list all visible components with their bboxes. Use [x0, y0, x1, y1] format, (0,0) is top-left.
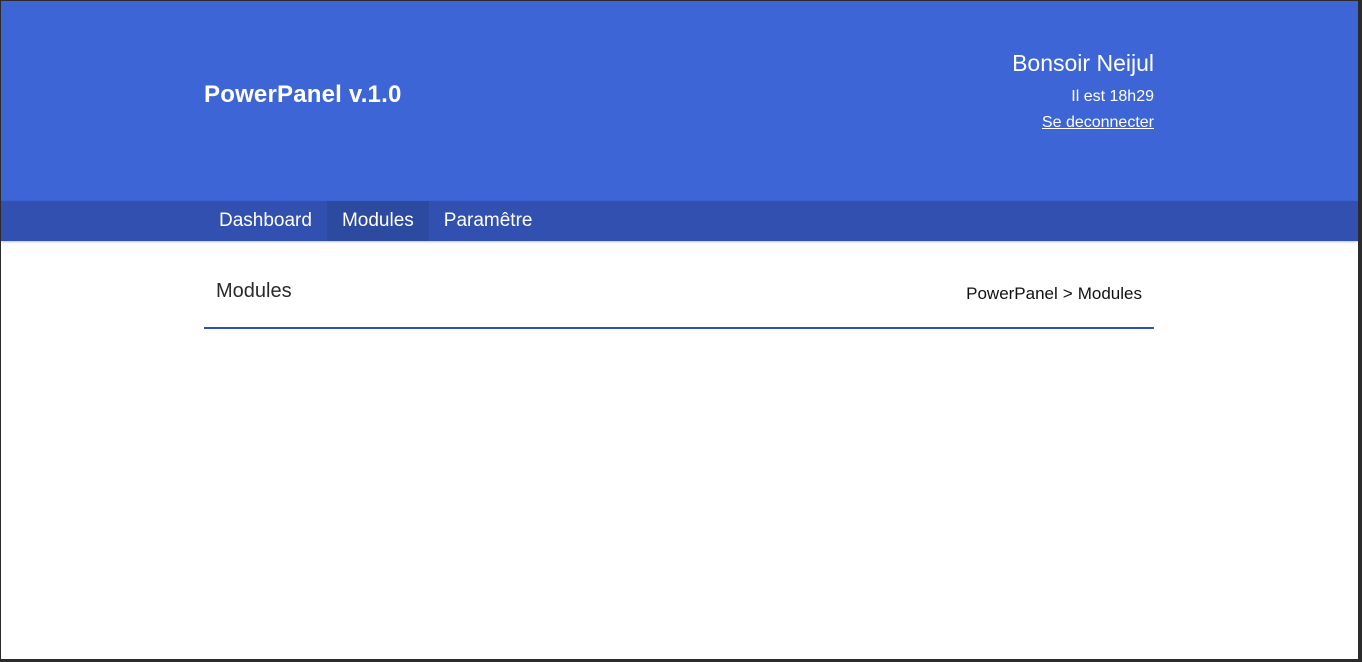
- breadcrumb: PowerPanel > Modules: [966, 284, 1142, 304]
- logout-link[interactable]: Se deconnecter: [1042, 112, 1154, 134]
- current-time-text: Il est 18h29: [1071, 88, 1154, 105]
- nav-item-dashboard[interactable]: Dashboard: [204, 201, 327, 241]
- main-nav: Dashboard Modules Paramêtre: [1, 201, 1358, 241]
- breadcrumb-separator: >: [1062, 284, 1073, 303]
- top-header: PowerPanel v.1.0 Bonsoir Neijul Il est 1…: [1, 1, 1358, 201]
- app-title: PowerPanel v.1.0: [204, 81, 402, 108]
- greeting-text: Bonsoir Neijul: [1012, 50, 1154, 76]
- user-info: Bonsoir Neijul Il est 18h29 Se deconnect…: [1012, 47, 1154, 134]
- breadcrumb-root[interactable]: PowerPanel: [966, 284, 1058, 304]
- page-title: Modules: [216, 280, 292, 302]
- nav-item-parametre[interactable]: Paramêtre: [429, 201, 548, 241]
- breadcrumb-current: Modules: [1077, 284, 1142, 303]
- browser-viewport: PowerPanel v.1.0 Bonsoir Neijul Il est 1…: [0, 0, 1362, 662]
- nav-list: Dashboard Modules Paramêtre: [204, 201, 547, 241]
- page-header: Modules PowerPanel > Modules: [204, 263, 1154, 329]
- nav-item-modules[interactable]: Modules: [326, 201, 429, 241]
